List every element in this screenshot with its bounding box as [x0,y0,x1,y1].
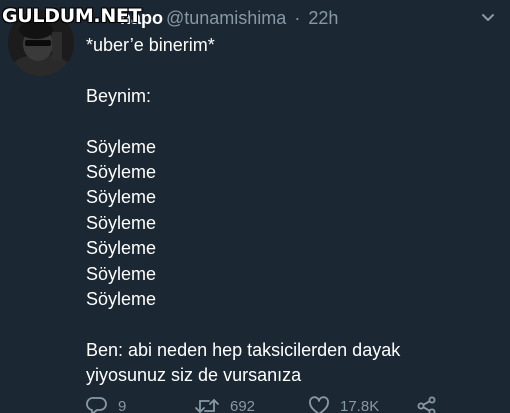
tweet-line: Söyleme [86,161,157,182]
reply-count: 9 [118,397,127,413]
retweet-icon [195,399,219,413]
tweet-line: yiyosunuz siz de vursanıza [86,365,302,386]
like-count: 17.8K [340,397,380,413]
retweet-button[interactable]: 692 [194,396,255,413]
retweet-count: 692 [230,397,256,413]
share-button[interactable] [416,396,438,413]
tweet-line: Ben: abi neden hep taksicilerden dayak [86,339,401,360]
header-separator: · [294,8,301,28]
reply-button[interactable]: 9 [86,396,126,413]
share-icon [417,396,436,413]
tweet-time[interactable]: 22h [308,8,338,28]
tweet-line: Söyleme [86,263,157,284]
heart-icon [309,396,329,413]
tweet-line: Söyleme [86,136,157,157]
chevron-down-icon[interactable] [480,12,496,24]
tweet-body: *uber’e binerim* Beynim: Söyleme Söyleme… [86,33,496,388]
like-button[interactable]: 17.8K [308,396,379,413]
tweet-card: GULDUM.NET napo @tunamishima · 22h *uber… [0,0,510,413]
tweet-line: Beynim: [86,85,152,106]
tweet-line: Söyleme [86,288,157,309]
tweet-actions: 9 692 17.8K [86,396,486,413]
reply-icon [86,397,107,413]
user-handle[interactable]: @tunamishima [166,8,286,28]
tweet-line: Söyleme [86,212,157,233]
tweet-line: *uber’e binerim* [86,35,215,55]
tweet-header-line: napo @tunamishima · 22h [86,6,470,30]
tweet-line: Söyleme [86,187,157,208]
tweet-line: Söyleme [86,238,157,259]
watermark-logo: GULDUM.NET [2,5,142,27]
